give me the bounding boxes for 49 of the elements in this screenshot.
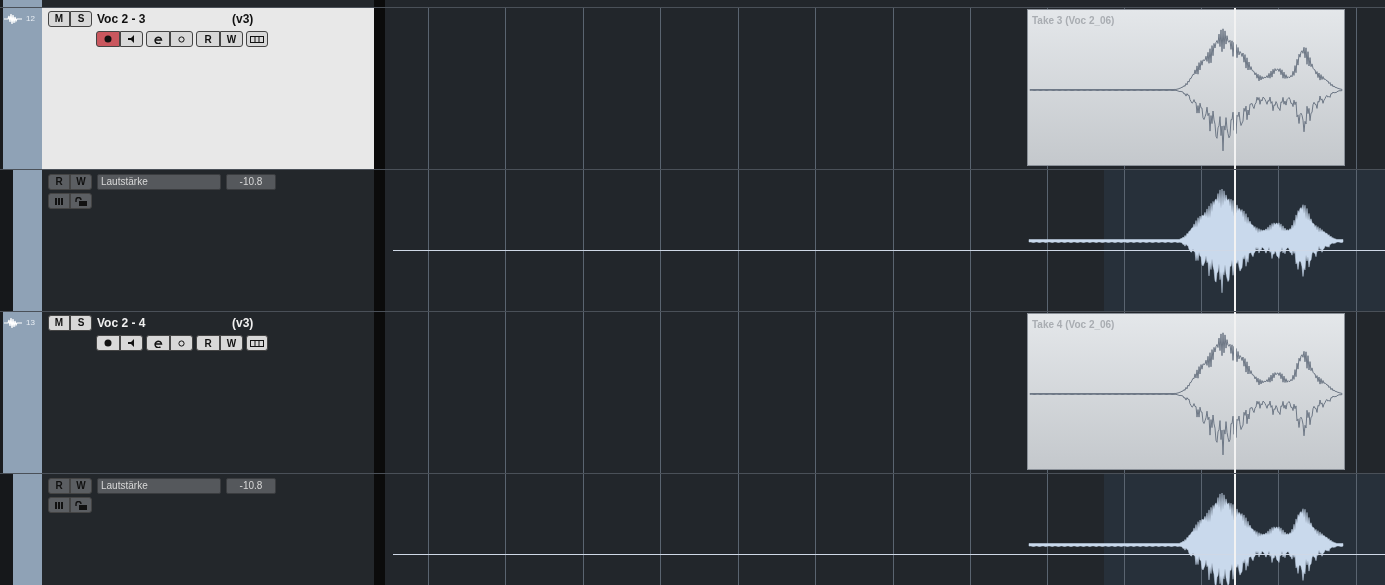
lock-button[interactable]	[70, 193, 92, 209]
lanes-icon	[250, 35, 264, 43]
parameter-field[interactable]: Lautstärke	[97, 478, 221, 494]
bars-icon	[55, 501, 63, 509]
track-version: (v3)	[232, 315, 254, 332]
e-icon	[153, 338, 163, 348]
track-header[interactable]: M S Voc 2 - 4 (v3) R W	[42, 312, 374, 473]
audio-track-icon	[4, 13, 22, 25]
write-button[interactable]: W	[220, 31, 243, 47]
edit-button[interactable]	[146, 31, 170, 47]
track-number: 13	[26, 317, 35, 329]
lanes-icon	[250, 339, 264, 347]
lock-button[interactable]	[70, 497, 92, 513]
record-icon	[104, 339, 112, 347]
audio-track-icon	[4, 317, 22, 329]
speaker-icon	[128, 35, 135, 43]
track-name: Voc 2 - 3	[97, 11, 147, 28]
read-button[interactable]: R	[196, 335, 220, 351]
mute-button[interactable]: M	[48, 11, 70, 27]
write-button[interactable]: W	[220, 335, 243, 351]
solo-button[interactable]: S	[70, 315, 92, 331]
circle-icon	[178, 339, 185, 347]
read-button[interactable]: R	[196, 31, 220, 47]
event-title: Take 4 (Voc 2_06)	[1032, 318, 1115, 332]
track-header[interactable]: M S Voc 2 - 3 (v3) R W	[42, 8, 374, 169]
edit-button[interactable]	[146, 335, 170, 351]
monitor-button[interactable]	[120, 31, 143, 47]
track-name: Voc 2 - 4	[97, 315, 147, 332]
bars-icon	[55, 197, 63, 205]
solo-button[interactable]: S	[70, 11, 92, 27]
circle-icon	[178, 35, 185, 43]
e-icon	[153, 34, 163, 44]
freeze-button[interactable]	[170, 31, 193, 47]
monitor-button[interactable]	[120, 335, 143, 351]
parameter-field[interactable]: Lautstärke	[97, 174, 221, 190]
record-icon	[104, 35, 112, 43]
speaker-icon	[128, 339, 135, 347]
track-number: 12	[26, 13, 35, 25]
lanes-button[interactable]	[246, 31, 268, 47]
unlocked-padlock-icon	[75, 196, 87, 206]
unlocked-padlock-icon	[75, 500, 87, 510]
value-field[interactable]: -10.8	[226, 174, 276, 190]
mute-button[interactable]: M	[48, 315, 70, 331]
value-field[interactable]: -10.8	[226, 478, 276, 494]
lanes-button[interactable]	[246, 335, 268, 351]
event-title: Take 3 (Voc 2_06)	[1032, 14, 1115, 28]
freeze-button[interactable]	[170, 335, 193, 351]
record-enable-button[interactable]	[96, 335, 120, 351]
track-version: (v3)	[232, 11, 254, 28]
